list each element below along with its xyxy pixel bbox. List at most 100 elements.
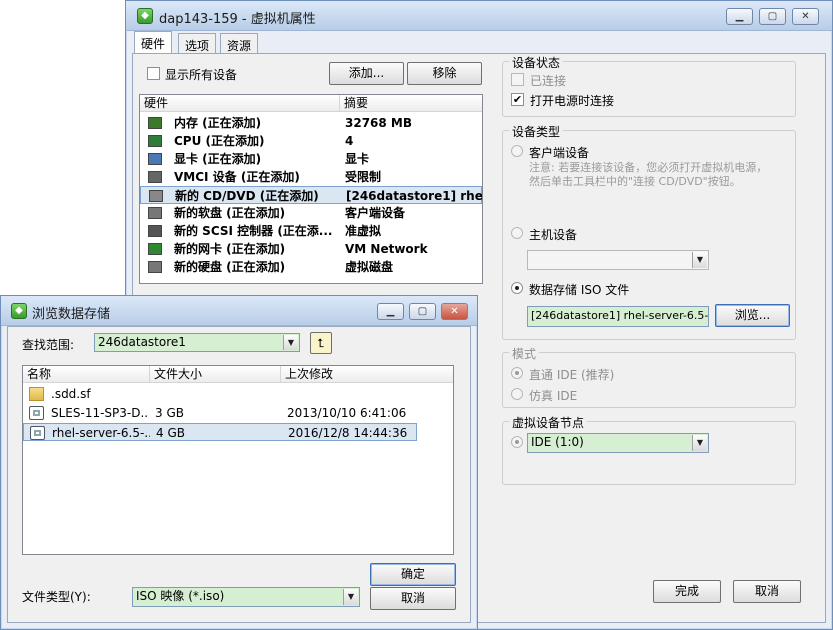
file-row[interactable]: SLES-11-SP3-D... 3 GB 2013/10/10 6:41:06 xyxy=(23,404,417,422)
hardware-row[interactable]: 新的网卡 (正在添加) VM Network xyxy=(140,240,482,258)
vm-app-icon: ◆ xyxy=(137,8,153,24)
display-icon xyxy=(148,153,162,165)
hardware-name: 新的软盘 (正在添加) xyxy=(174,206,286,220)
floppy-icon xyxy=(148,207,162,219)
connected-label: 已连接 xyxy=(530,74,567,88)
connected-checkbox[interactable] xyxy=(511,73,524,86)
file-type-dropdown[interactable]: ISO 映像 (*.iso) ▼ xyxy=(132,587,360,607)
file-row[interactable]: .sdd.sf xyxy=(23,385,417,403)
device-status-group: 设备状态 已连接 ✔ 打开电源时连接 xyxy=(502,54,796,117)
hardware-row[interactable]: 新的 CD/DVD (正在添加) [246datastore1] rhel... xyxy=(140,186,482,204)
memory-icon xyxy=(148,117,162,129)
hardware-name: CPU (正在添加) xyxy=(174,134,265,148)
emulate-ide-label: 仿真 IDE xyxy=(529,389,578,403)
ok-button[interactable]: 确定 xyxy=(370,563,456,586)
hardware-list[interactable]: 硬件 摘要 内存 (正在添加) 32768 MB CPU (正在添加) 4 显卡 (正在… xyxy=(139,94,483,284)
virtual-device-node-group: 虚拟设备节点 IDE (1:0) ▼ xyxy=(502,414,796,485)
dialog-maximize-button[interactable]: ▢ xyxy=(409,303,436,320)
chevron-down-icon: ▼ xyxy=(283,335,298,350)
virtual-device-node-title: 虚拟设备节点 xyxy=(509,414,588,431)
mode-title: 模式 xyxy=(509,345,540,362)
hardware-summary: 32768 MB xyxy=(345,116,413,130)
host-device-dropdown[interactable]: ▼ xyxy=(527,250,709,270)
hardware-name: VMCI 设备 (正在添加) xyxy=(174,170,300,184)
file-list[interactable]: 名称 文件大小 上次修改 .sdd.sf SLES-11-SP3-D... 3 GB… xyxy=(22,365,454,555)
ide-node-dropdown[interactable]: IDE (1:0) ▼ xyxy=(527,433,709,453)
hardware-summary: 显卡 xyxy=(345,152,370,166)
column-header-modified[interactable]: 上次修改 xyxy=(281,366,453,383)
passthrough-ide-radio[interactable] xyxy=(511,367,523,379)
hardware-row[interactable]: 新的 SCSI 控制器 (正在添... 准虚拟 xyxy=(140,222,482,240)
hardware-name: 内存 (正在添加) xyxy=(174,116,262,130)
datastore-iso-radio[interactable] xyxy=(511,282,523,294)
finish-button[interactable]: 完成 xyxy=(653,580,721,603)
ide-node-value: IDE (1:0) xyxy=(531,435,584,449)
cpu-icon xyxy=(148,135,162,147)
hardware-row[interactable]: CPU (正在添加) 4 xyxy=(140,132,482,150)
hardware-summary: [246datastore1] rhel... xyxy=(346,189,482,203)
hardware-row[interactable]: 新的硬盘 (正在添加) 虚拟磁盘 xyxy=(140,258,482,276)
client-device-radio[interactable] xyxy=(511,145,523,157)
tab-hardware[interactable]: 硬件 xyxy=(134,31,173,54)
file-modified: 2016/12/8 14:44:36 xyxy=(288,426,408,440)
datastore-app-icon: ◆ xyxy=(11,303,27,319)
file-row[interactable]: rhel-server-6.5-... 4 GB 2016/12/8 14:44:3… xyxy=(23,423,417,441)
minimize-button[interactable]: ▁ xyxy=(726,8,753,25)
dialog-cancel-button[interactable]: 取消 xyxy=(370,587,456,610)
disc-file-icon xyxy=(30,426,45,440)
hardware-summary: 4 xyxy=(345,134,354,148)
ide-node-radio[interactable] xyxy=(511,436,523,448)
passthrough-ide-label: 直通 IDE (推荐) xyxy=(529,368,615,382)
browse-button[interactable]: 浏览... xyxy=(715,304,790,327)
file-size: 3 GB xyxy=(155,406,184,420)
hardware-summary: 准虚拟 xyxy=(345,224,382,238)
file-name: .sdd.sf xyxy=(51,387,91,401)
nic-icon xyxy=(148,243,162,255)
file-type-value: ISO 映像 (*.iso) xyxy=(136,589,225,603)
disk-icon xyxy=(148,261,162,273)
host-device-label: 主机设备 xyxy=(529,228,578,242)
dialog-body: 查找范围: 246datastore1 ▼ ⮤ 名称 文件大小 上次修改 .sd… xyxy=(7,326,471,623)
file-name: rhel-server-6.5-... xyxy=(52,426,150,440)
dialog-title-bar[interactable]: ◆ 浏览数据存储 ▁ ▢ ✕ xyxy=(1,296,477,326)
disc-file-icon xyxy=(29,406,44,420)
hardware-name: 显卡 (正在添加) xyxy=(174,152,262,166)
hardware-row[interactable]: 内存 (正在添加) 32768 MB xyxy=(140,114,482,132)
file-size: 4 GB xyxy=(156,426,185,440)
look-in-label: 查找范围: xyxy=(22,338,75,352)
emulate-ide-radio[interactable] xyxy=(511,388,523,400)
device-type-title: 设备类型 xyxy=(509,123,564,140)
remove-button[interactable]: 移除 xyxy=(407,62,482,85)
tab-options[interactable]: 选项 xyxy=(178,33,217,53)
column-header-size[interactable]: 文件大小 xyxy=(150,366,281,383)
chevron-down-icon: ▼ xyxy=(692,435,707,451)
hardware-row[interactable]: 新的软盘 (正在添加) 客户端设备 xyxy=(140,204,482,222)
hardware-summary: 虚拟磁盘 xyxy=(345,260,394,274)
look-in-dropdown[interactable]: 246datastore1 ▼ xyxy=(94,333,300,352)
hardware-name: 新的 SCSI 控制器 (正在添... xyxy=(174,224,333,238)
host-device-radio[interactable] xyxy=(511,227,523,239)
cancel-button[interactable]: 取消 xyxy=(733,580,801,603)
datastore-iso-label: 数据存储 ISO 文件 xyxy=(529,283,630,297)
column-header-summary[interactable]: 摘要 xyxy=(340,95,482,112)
close-button[interactable]: ✕ xyxy=(792,8,819,25)
hardware-summary: VM Network xyxy=(345,242,428,256)
column-header-hardware[interactable]: 硬件 xyxy=(140,95,340,112)
dialog-minimize-button[interactable]: ▁ xyxy=(377,303,404,320)
up-folder-button[interactable]: ⮤ xyxy=(310,332,332,354)
title-bar[interactable]: ◆ dap143-159 - 虚拟机属性 ▁ ▢ ✕ xyxy=(126,1,832,31)
hardware-name: 新的硬盘 (正在添加) xyxy=(174,260,286,274)
hardware-row[interactable]: 显卡 (正在添加) 显卡 xyxy=(140,150,482,168)
client-device-label: 客户端设备 xyxy=(529,146,590,160)
cd-icon xyxy=(149,190,163,202)
dialog-close-button[interactable]: ✕ xyxy=(441,303,468,320)
connect-at-power-on-checkbox[interactable]: ✔ xyxy=(511,93,524,106)
add-button[interactable]: 添加... xyxy=(329,62,404,85)
iso-path-field[interactable]: [246datastore1] rhel-server-6.5-x86 xyxy=(527,306,709,327)
column-header-name[interactable]: 名称 xyxy=(23,366,150,383)
client-device-note: 注意: 若要连接该设备，您必须打开虚拟机电源，然后单击工具栏中的"连接 CD/D… xyxy=(529,161,768,188)
show-all-devices-checkbox[interactable] xyxy=(147,67,160,80)
maximize-button[interactable]: ▢ xyxy=(759,8,786,25)
tab-resources[interactable]: 资源 xyxy=(220,33,259,53)
hardware-row[interactable]: VMCI 设备 (正在添加) 受限制 xyxy=(140,168,482,186)
